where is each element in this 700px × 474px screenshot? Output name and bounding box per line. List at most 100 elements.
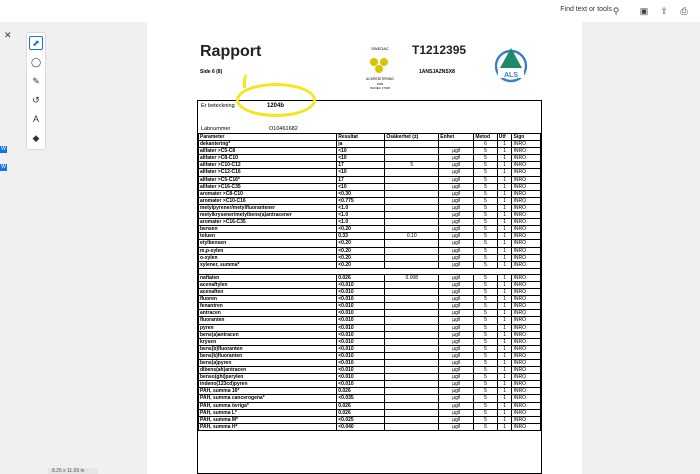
table-cell: µg/l bbox=[438, 295, 475, 304]
table-cell: INRO bbox=[511, 344, 541, 353]
table-cell: INRO bbox=[511, 394, 541, 403]
table-cell: 1 bbox=[496, 394, 513, 403]
table-cell: µg/l bbox=[438, 154, 475, 163]
table-cell: xylener, summa* bbox=[197, 260, 338, 269]
text-box-icon[interactable]: A bbox=[29, 112, 43, 126]
table-cell: 5 bbox=[473, 373, 498, 382]
pen-icon[interactable]: ✎ bbox=[29, 74, 43, 88]
report-title: Rapport bbox=[200, 43, 262, 60]
labnummer-label: Labnummer bbox=[201, 126, 231, 132]
table-cell bbox=[384, 280, 440, 290]
table-cell: µg/l bbox=[438, 387, 475, 396]
table-cell: alifater >C8-C10 bbox=[197, 154, 338, 163]
table-cell: µg/l bbox=[438, 161, 475, 170]
table-cell: m,p-xylen bbox=[197, 246, 338, 255]
table-cell: dekantering* bbox=[197, 140, 338, 149]
column-header: Utf bbox=[496, 132, 513, 142]
table-cell: 0.008 bbox=[384, 273, 440, 282]
table-cell: 1 bbox=[496, 175, 513, 184]
highlight-annotation-tail[interactable] bbox=[243, 74, 253, 88]
table-cell: 1 bbox=[496, 147, 513, 156]
table-row: o-xylen <0.20 µg/l 5 1 INRO bbox=[197, 253, 541, 262]
table-row: dekantering* ja 6 1 INRO bbox=[197, 140, 541, 149]
lasso-icon[interactable]: ↺ bbox=[29, 93, 43, 107]
table-cell: pyren bbox=[197, 323, 338, 332]
table-cell: 5 bbox=[473, 211, 498, 220]
left-panel-tab[interactable]: W bbox=[0, 146, 7, 153]
results-body-1: dekantering* ja 6 1 INRO alifater >C5-C8 <10 µg… bbox=[197, 140, 541, 269]
table-cell: 5 bbox=[473, 232, 498, 241]
table-cell: 1 bbox=[496, 380, 513, 389]
table-cell bbox=[384, 246, 440, 255]
table-cell bbox=[384, 189, 440, 198]
table-cell: 5 bbox=[473, 260, 498, 269]
table-cell bbox=[384, 140, 440, 149]
table-cell bbox=[384, 288, 440, 297]
table-cell: PAH, summa L* bbox=[197, 408, 338, 417]
table-cell: 5 bbox=[473, 147, 498, 156]
table-cell bbox=[384, 344, 440, 353]
table-cell: INRO bbox=[511, 253, 541, 262]
table-cell: <0.010 bbox=[336, 337, 386, 346]
table-cell: INRO bbox=[511, 373, 541, 382]
table-cell bbox=[384, 358, 440, 368]
table-cell: INRO bbox=[511, 182, 541, 191]
column-header: Osäkerhet (±) bbox=[384, 132, 440, 142]
table-cell: INRO bbox=[511, 273, 541, 282]
select-arrow-icon[interactable]: ⬈ bbox=[29, 36, 43, 50]
table-cell: bens(a)pyren bbox=[197, 358, 338, 368]
close-icon[interactable]: ✕ bbox=[4, 30, 12, 41]
er-beteckning-label: Er beteckning bbox=[201, 103, 235, 109]
table-cell: µg/l bbox=[438, 422, 475, 431]
table-row: pyren <0.010 µg/l 5 1 INRO bbox=[197, 323, 541, 332]
table-cell: µg/l bbox=[438, 239, 475, 248]
table-cell: INRO bbox=[511, 351, 541, 361]
table-cell: 1 bbox=[496, 161, 513, 170]
table-cell bbox=[384, 147, 440, 156]
table-cell: 5 bbox=[473, 309, 498, 318]
table-cell: <10 bbox=[336, 147, 386, 156]
table-cell: <0.20 bbox=[336, 225, 386, 234]
table-cell: µg/l bbox=[438, 330, 475, 339]
comment-icon[interactable]: ◯ bbox=[29, 55, 43, 69]
highlight-annotation[interactable] bbox=[236, 83, 316, 117]
table-cell: <0.010 bbox=[336, 330, 386, 339]
table-cell: 5 bbox=[473, 415, 498, 424]
print-icon[interactable]: ⎙ bbox=[678, 5, 690, 17]
table-cell: 5 bbox=[473, 218, 498, 227]
table-cell: fenantren bbox=[197, 302, 338, 311]
table-cell: INRO bbox=[511, 239, 541, 248]
left-panel-tab[interactable]: W bbox=[0, 164, 7, 171]
table-cell: INRO bbox=[511, 302, 541, 311]
upload-icon[interactable]: ⇧ bbox=[658, 5, 670, 17]
table-cell: 5 bbox=[473, 182, 498, 191]
stamp-icon[interactable]: ◆ bbox=[29, 131, 43, 145]
table-cell: INRO bbox=[511, 337, 541, 346]
table-cell: 5 bbox=[473, 366, 498, 375]
table-cell: 1 bbox=[496, 387, 513, 396]
table-cell: INRO bbox=[511, 161, 541, 170]
find-text-or-tools-button[interactable]: Find text or tools bbox=[560, 6, 612, 13]
table-cell bbox=[384, 154, 440, 163]
table-cell: <0.010 bbox=[336, 344, 386, 353]
table-cell: PAH, summa 16* bbox=[197, 387, 338, 396]
table-cell: aromater >C16-C35 bbox=[197, 218, 338, 227]
table-cell bbox=[384, 330, 440, 339]
table-cell: 5 bbox=[473, 351, 498, 361]
table-cell: 1 bbox=[496, 373, 513, 382]
seal-crown-mark bbox=[375, 65, 383, 73]
table-cell: 5 bbox=[473, 323, 498, 332]
table-cell: 5 bbox=[384, 161, 440, 170]
table-cell: <0.20 bbox=[336, 260, 386, 269]
table-cell bbox=[384, 373, 440, 382]
table-cell bbox=[384, 196, 440, 205]
table-cell: <0.010 bbox=[336, 316, 386, 325]
table-cell: PAH, summa M* bbox=[197, 415, 338, 424]
save-icon[interactable]: ▣ bbox=[638, 5, 650, 17]
search-icon[interactable]: ⚲ bbox=[610, 5, 622, 17]
table-cell: 1 bbox=[496, 182, 513, 191]
table-cell bbox=[384, 295, 440, 304]
table-cell: etylbensen bbox=[197, 239, 338, 248]
table-cell: 1 bbox=[496, 273, 513, 282]
column-header: Metod bbox=[473, 132, 498, 142]
